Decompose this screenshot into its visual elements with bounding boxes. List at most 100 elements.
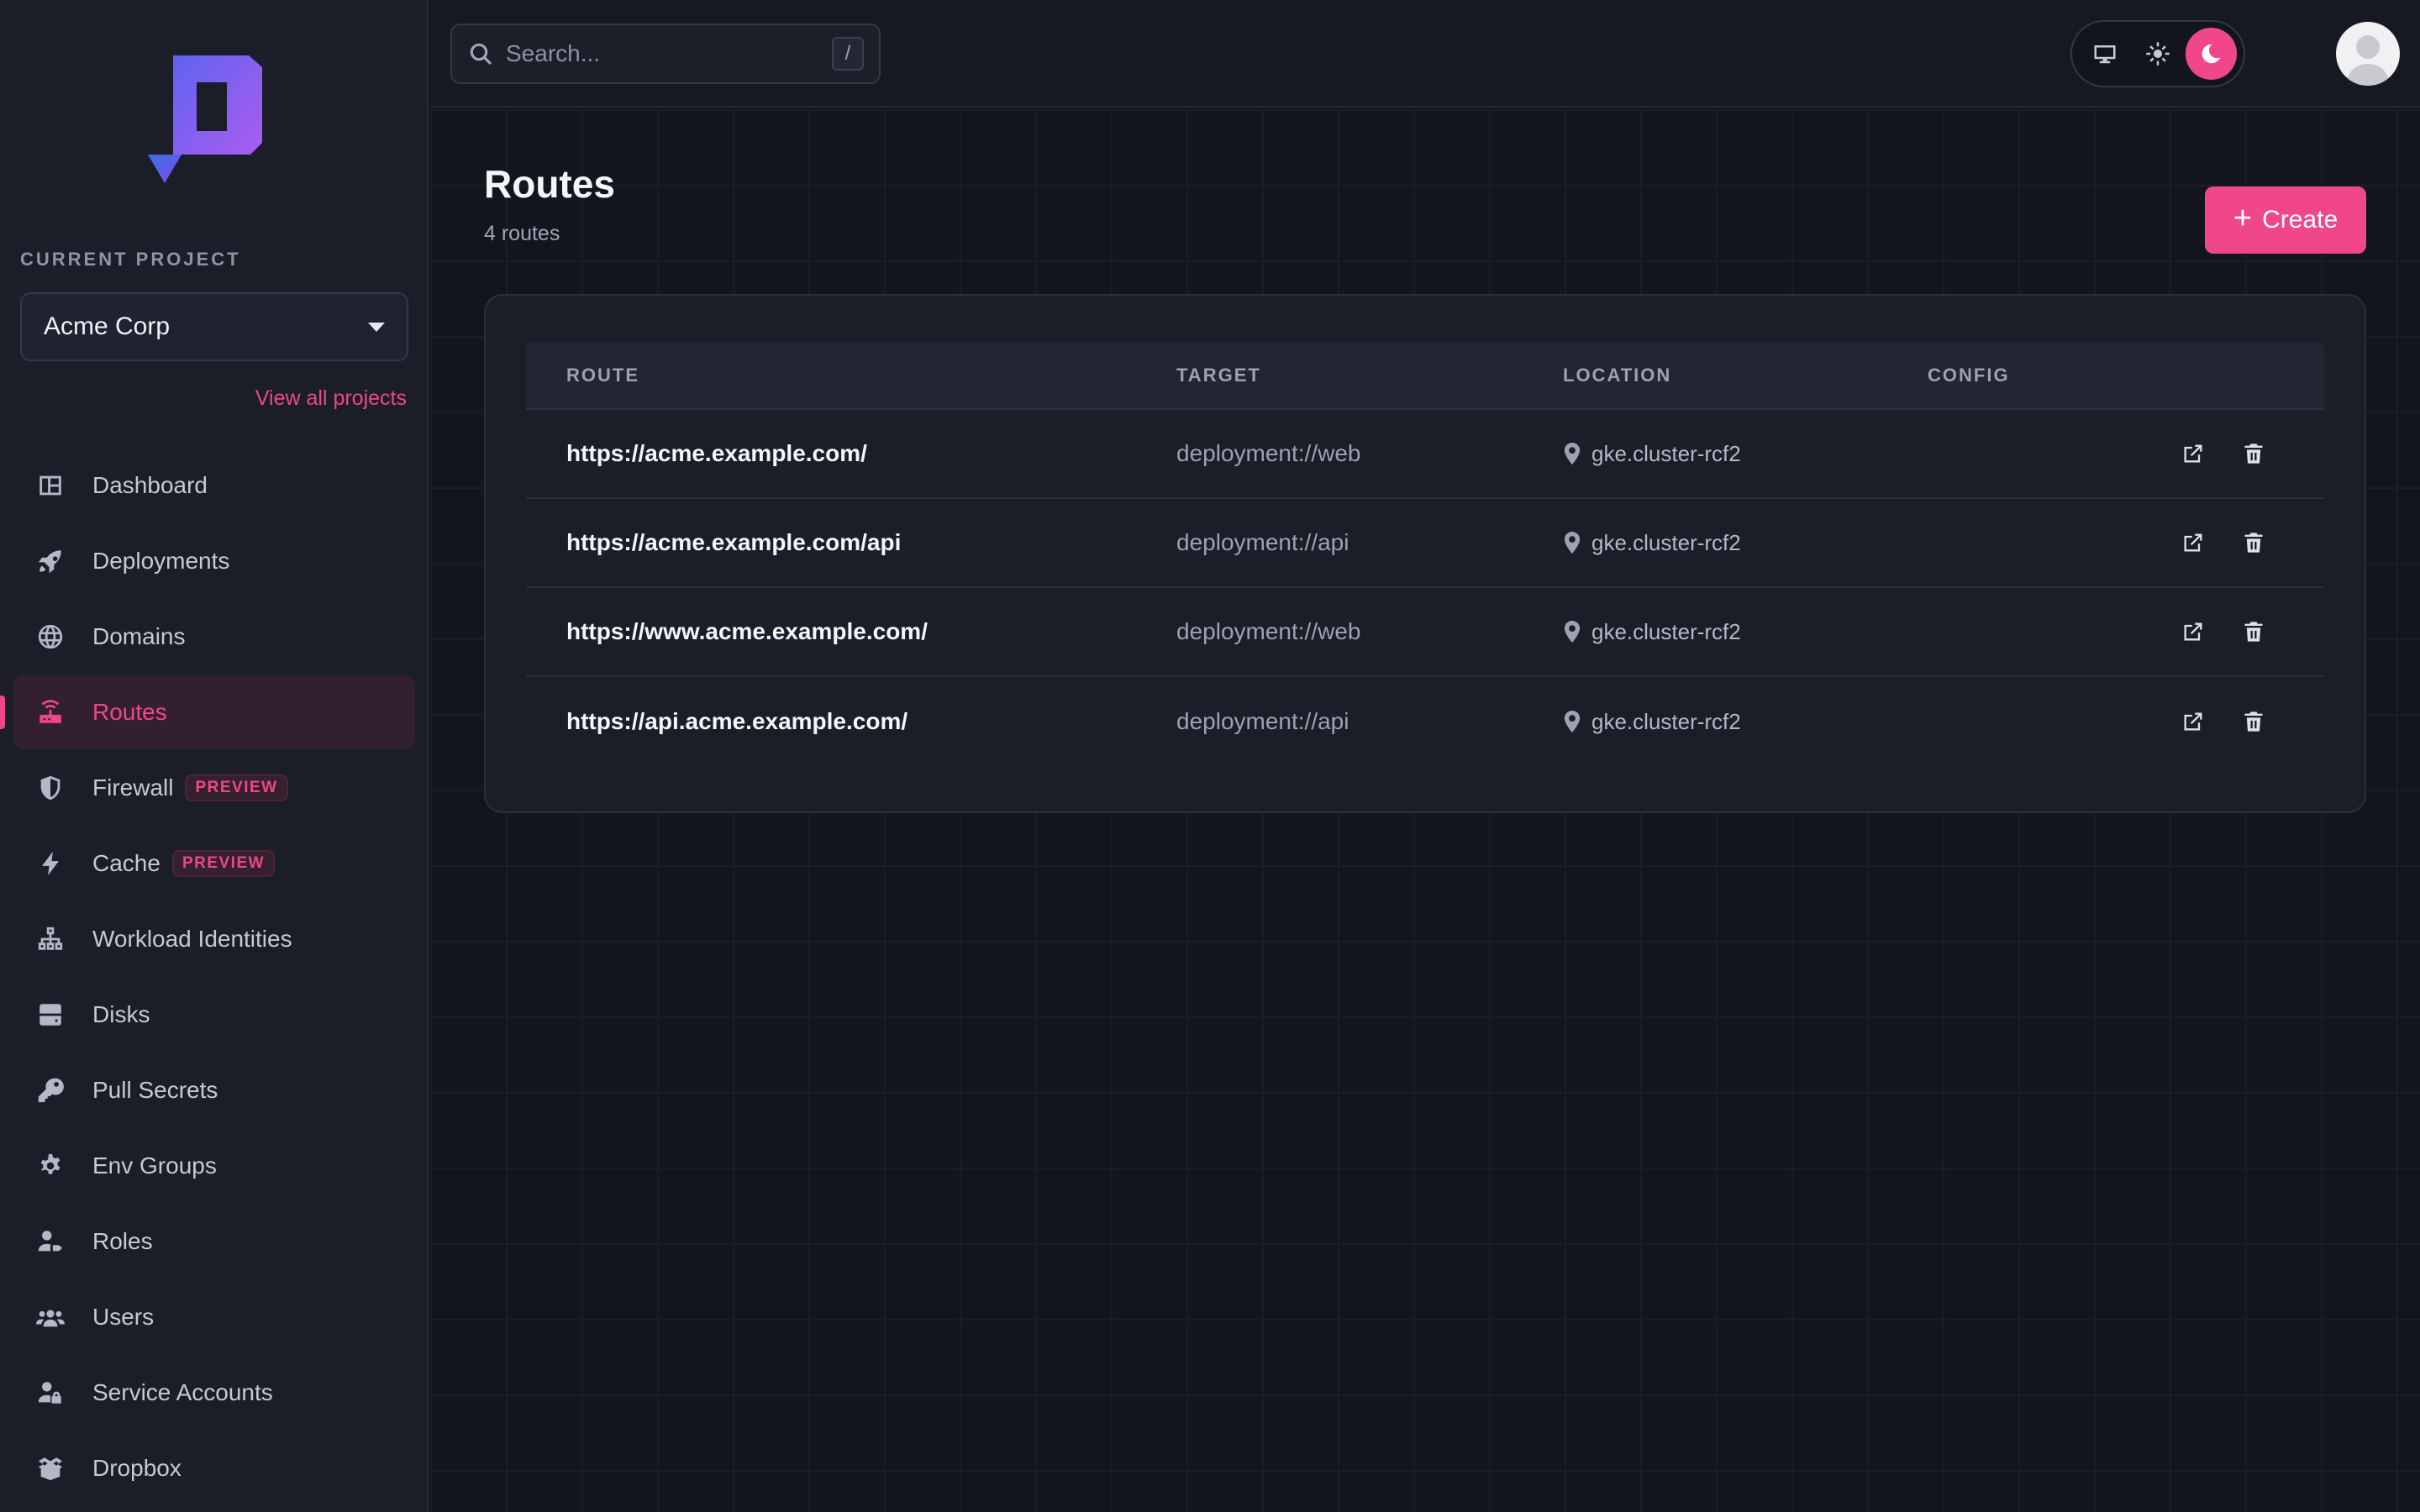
route-link[interactable]: https://www.acme.example.com/ (566, 618, 928, 644)
trash-icon (2244, 444, 2263, 464)
route-link[interactable]: https://api.acme.example.com/ (566, 708, 908, 734)
search-shortcut-key: / (832, 37, 864, 71)
box-icon (35, 1453, 66, 1483)
theme-system-button[interactable] (2079, 28, 2130, 80)
sidebar-item-label: Routes (92, 699, 167, 725)
location-text: gke.cluster-rcf2 (1591, 440, 1741, 466)
disk-icon (35, 1000, 66, 1030)
sidebar-item-label: Cache (92, 850, 160, 876)
main-content: Routes 4 routes + Create ROUTE TARGET LO… (430, 109, 2420, 1512)
preview-badge: PREVIEW (185, 774, 288, 801)
location-text: gke.cluster-rcf2 (1591, 708, 1741, 734)
open-external-button[interactable] (2180, 529, 2207, 556)
theme-toggle (2070, 20, 2245, 87)
bolt-icon (35, 848, 66, 879)
preview-badge: PREVIEW (171, 850, 276, 877)
route-location: gke.cluster-rcf2 (1563, 530, 1928, 556)
sidebar-item-label: Env Groups (92, 1152, 217, 1179)
route-location: gke.cluster-rcf2 (1563, 619, 1928, 645)
trash-icon (2244, 622, 2263, 642)
column-header-route: ROUTE (566, 365, 639, 386)
routes-table: ROUTE TARGET LOCATION CONFIG https://acm… (526, 343, 2324, 766)
sidebar-item-deployments[interactable]: Deployments (13, 524, 415, 598)
sidebar-item-label: Firewall (92, 774, 174, 801)
delete-button[interactable] (2240, 440, 2267, 467)
plus-icon: + (2233, 201, 2253, 236)
sidebar-item-roles[interactable]: Roles (13, 1205, 415, 1278)
route-location: gke.cluster-rcf2 (1563, 441, 1928, 467)
sidebar-item-label: Dashboard (92, 472, 208, 498)
route-target: deployment://api (1176, 708, 1349, 734)
router-icon (35, 697, 66, 727)
trash-icon (2244, 533, 2263, 553)
sidebar-item-firewall[interactable]: Firewall PREVIEW (13, 751, 415, 825)
delete-button[interactable] (2240, 618, 2267, 645)
external-link-icon (2184, 444, 2202, 463)
create-button-label: Create (2262, 206, 2338, 234)
open-external-button[interactable] (2180, 618, 2207, 645)
project-select-value: Acme Corp (44, 312, 171, 340)
sidebar-item-dashboard[interactable]: Dashboard (13, 449, 415, 522)
open-external-button[interactable] (2180, 440, 2207, 467)
sidebar-item-label: Deployments (92, 548, 230, 574)
external-link-icon (2184, 712, 2202, 731)
sidebar-item-users[interactable]: Users (13, 1280, 415, 1354)
sidebar-item-service-accounts[interactable]: Service Accounts (13, 1356, 415, 1430)
map-pin-icon (1564, 621, 1581, 643)
sidebar-item-domains[interactable]: Domains (13, 600, 415, 674)
app-logo (148, 55, 262, 183)
column-header-config: CONFIG (1928, 365, 2010, 386)
route-link[interactable]: https://acme.example.com/api (566, 529, 901, 555)
sun-icon (2146, 42, 2170, 66)
avatar-person-icon (2346, 35, 2390, 86)
route-target: deployment://web (1176, 440, 1361, 466)
delete-button[interactable] (2240, 708, 2267, 735)
trash-icon (2244, 711, 2263, 732)
users-icon (35, 1302, 66, 1332)
table-row: https://acme.example.com/api deployment:… (526, 499, 2324, 588)
theme-dark-button[interactable] (2185, 28, 2237, 80)
external-link-icon (2184, 533, 2202, 552)
map-pin-icon (1564, 532, 1581, 554)
sidebar-item-label: Roles (92, 1228, 153, 1254)
route-count: 4 routes (484, 222, 560, 245)
route-target: deployment://web (1176, 618, 1361, 644)
delete-button[interactable] (2240, 529, 2267, 556)
sidebar-item-label: Disks (92, 1001, 150, 1027)
open-external-button[interactable] (2180, 708, 2207, 735)
current-project-label: CURRENT PROJECT (20, 249, 241, 270)
sidebar-item-dropbox[interactable]: Dropbox (13, 1431, 415, 1505)
search-input[interactable] (506, 40, 832, 67)
top-bar: / (430, 0, 2420, 108)
external-link-icon (2184, 622, 2202, 641)
user-tag-icon (35, 1226, 66, 1257)
location-text: gke.cluster-rcf2 (1591, 529, 1741, 555)
shield-icon (35, 773, 66, 803)
view-all-projects-link[interactable]: View all projects (255, 386, 407, 411)
table-header: ROUTE TARGET LOCATION CONFIG (526, 343, 2324, 410)
route-target: deployment://api (1176, 529, 1349, 555)
sidebar: CURRENT PROJECT Acme Corp View all proje… (0, 0, 429, 1512)
theme-light-button[interactable] (2132, 28, 2183, 80)
user-avatar[interactable] (2336, 22, 2400, 86)
sidebar-item-label: Domains (92, 623, 186, 649)
table-row: https://api.acme.example.com/ deployment… (526, 677, 2324, 766)
sidebar-item-pull-secrets[interactable]: Pull Secrets (13, 1053, 415, 1127)
key-icon (35, 1075, 66, 1105)
sidebar-item-workload-identities[interactable]: Workload Identities (13, 902, 415, 976)
dashboard-icon (35, 470, 66, 501)
route-location: gke.cluster-rcf2 (1563, 709, 1928, 735)
route-link[interactable]: https://acme.example.com/ (566, 440, 867, 466)
sidebar-item-env-groups[interactable]: Env Groups (13, 1129, 415, 1203)
user-lock-icon (35, 1378, 66, 1408)
create-button[interactable]: + Create (2205, 186, 2366, 254)
gear-icon (35, 1151, 66, 1181)
rocket-icon (35, 546, 66, 576)
search-box[interactable]: / (450, 24, 881, 84)
search-icon (470, 43, 492, 66)
sidebar-item-routes[interactable]: Routes (0, 675, 415, 749)
sidebar-item-disks[interactable]: Disks (13, 978, 415, 1052)
column-header-target: TARGET (1176, 365, 1261, 386)
sidebar-item-cache[interactable]: Cache PREVIEW (13, 827, 415, 900)
project-select[interactable]: Acme Corp (20, 292, 408, 361)
